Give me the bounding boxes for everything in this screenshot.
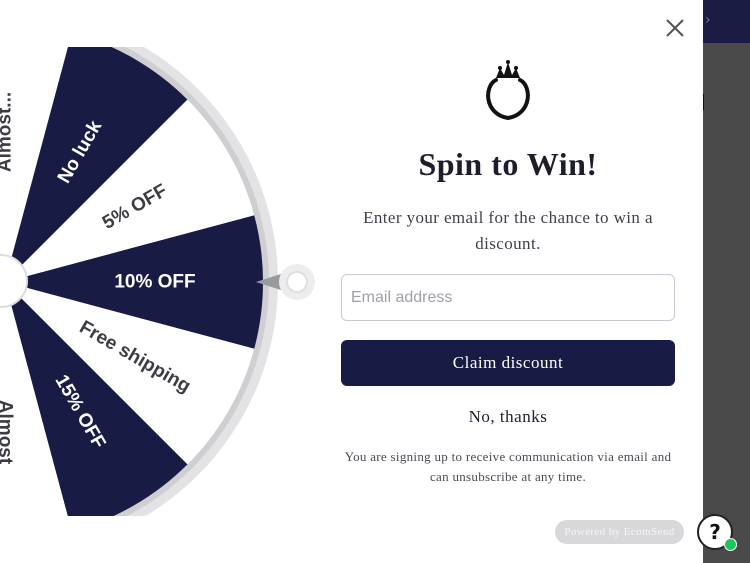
popup-title: Spin to Win! <box>418 146 598 182</box>
question-mark-icon: ? <box>709 520 721 544</box>
disclaimer-text: You are signing up to receive communicat… <box>344 449 672 484</box>
spin-to-win-popup: 10% OFF Free shipping 15% OFF Almost Almost.… <box>0 0 703 563</box>
powered-by-badge[interactable]: Powered by EcomSend <box>555 520 684 544</box>
claim-discount-button[interactable]: Claim discount <box>341 340 675 386</box>
close-icon[interactable] <box>664 17 686 39</box>
crown-ring-logo-icon <box>486 60 530 121</box>
background-page <box>703 0 750 563</box>
wheel-segment-label: 10% OFF <box>114 272 195 293</box>
wheel-segment-label: Almost <box>0 400 16 465</box>
popup-subtitle: Enter your email for the chance to win a… <box>363 208 653 253</box>
wheel-segments: 10% OFFFree shipping15% OFFAlmostAlmost.… <box>0 47 264 516</box>
no-thanks-link[interactable]: No, thanks <box>341 407 675 427</box>
email-field[interactable] <box>341 274 675 321</box>
wheel-segment-label: Almost... <box>0 92 16 172</box>
online-status-dot <box>724 538 737 551</box>
chevron-right-icon: › <box>705 12 711 28</box>
prize-wheel: 10% OFFFree shipping15% OFFAlmostAlmost.… <box>0 47 315 516</box>
